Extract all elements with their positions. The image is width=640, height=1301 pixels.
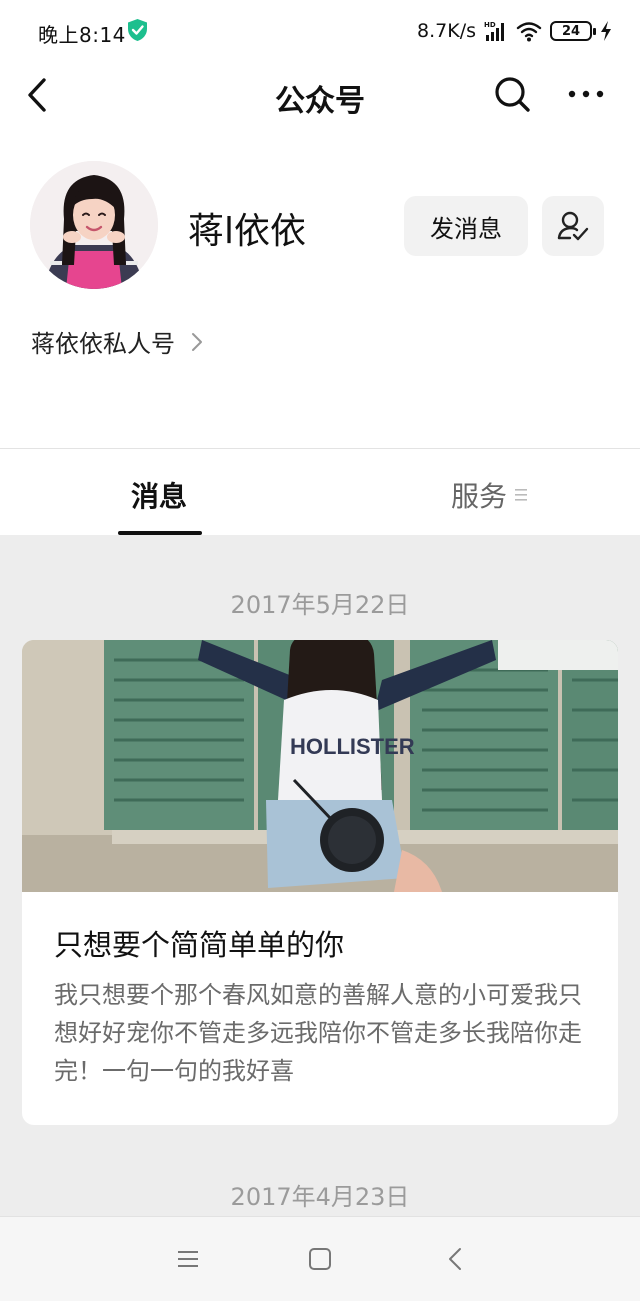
followed-user-check-icon	[557, 211, 589, 241]
avatar-image	[30, 161, 158, 289]
tab-bar: 消息 服务	[0, 449, 640, 535]
account-description: 蒋依依私人号	[31, 330, 175, 358]
article-cover-image: HOLLISTER	[22, 640, 618, 892]
network-speed: 8.7K/s	[417, 20, 476, 42]
article-title: 只想要个简简单单的你	[54, 928, 345, 962]
message-date: 2017年5月22日	[230, 591, 410, 619]
tab-services-label: 服务	[451, 480, 508, 513]
system-nav-bar	[0, 1216, 640, 1301]
battery-icon: 24	[550, 21, 596, 41]
home-icon[interactable]	[306, 1245, 334, 1273]
message-feed[interactable]: 2017年5月22日 HOLLISTER 只想要个简简单单的你 我只想要个那个春…	[0, 535, 640, 1216]
status-time: 晚上8:14	[38, 23, 126, 47]
menu-lines-icon	[515, 489, 528, 501]
send-message-button[interactable]: 发消息	[404, 196, 528, 256]
wifi-icon	[516, 22, 542, 42]
search-icon[interactable]	[492, 74, 532, 114]
status-right-group: 8.7K/s HD 24	[417, 17, 612, 45]
back-icon[interactable]	[22, 76, 52, 114]
chevron-right-icon	[192, 332, 202, 351]
article-card[interactable]: HOLLISTER 只想要个简简单单的你 我只想要个那个春风如意的善解人意的小可…	[22, 640, 618, 1125]
article-summary: 我只想要个那个春风如意的善解人意的小可爱我只想好好宠你不管走多远我陪你不管走多长…	[54, 981, 582, 1085]
account-description-link[interactable]: 蒋依依私人号	[31, 324, 203, 359]
back-icon[interactable]	[442, 1245, 470, 1273]
account-profile: 蒋l依依 发消息 蒋依依私人号	[0, 128, 640, 448]
security-shield-icon	[128, 19, 147, 41]
tab-messages[interactable]: 消息	[131, 475, 187, 515]
menu-icon[interactable]	[174, 1245, 202, 1273]
hd-signal-icon: HD	[484, 21, 504, 41]
svg-text:HOLLISTER: HOLLISTER	[290, 734, 415, 759]
top-nav-bar: 公众号	[0, 62, 640, 128]
status-bar: 晚上8:14 8.7K/s HD 24	[0, 0, 640, 62]
account-name: 蒋l依依	[188, 211, 307, 252]
charging-icon	[601, 21, 611, 41]
svg-text:HD: HD	[484, 21, 496, 29]
page-title: 公众号	[275, 84, 365, 119]
battery-level: 24	[561, 23, 581, 39]
more-icon[interactable]	[566, 76, 606, 112]
avatar[interactable]	[30, 161, 158, 289]
message-date: 2017年4月23日	[230, 1183, 410, 1211]
tab-services[interactable]: 服务	[451, 475, 528, 515]
follow-status-button[interactable]	[542, 196, 604, 256]
